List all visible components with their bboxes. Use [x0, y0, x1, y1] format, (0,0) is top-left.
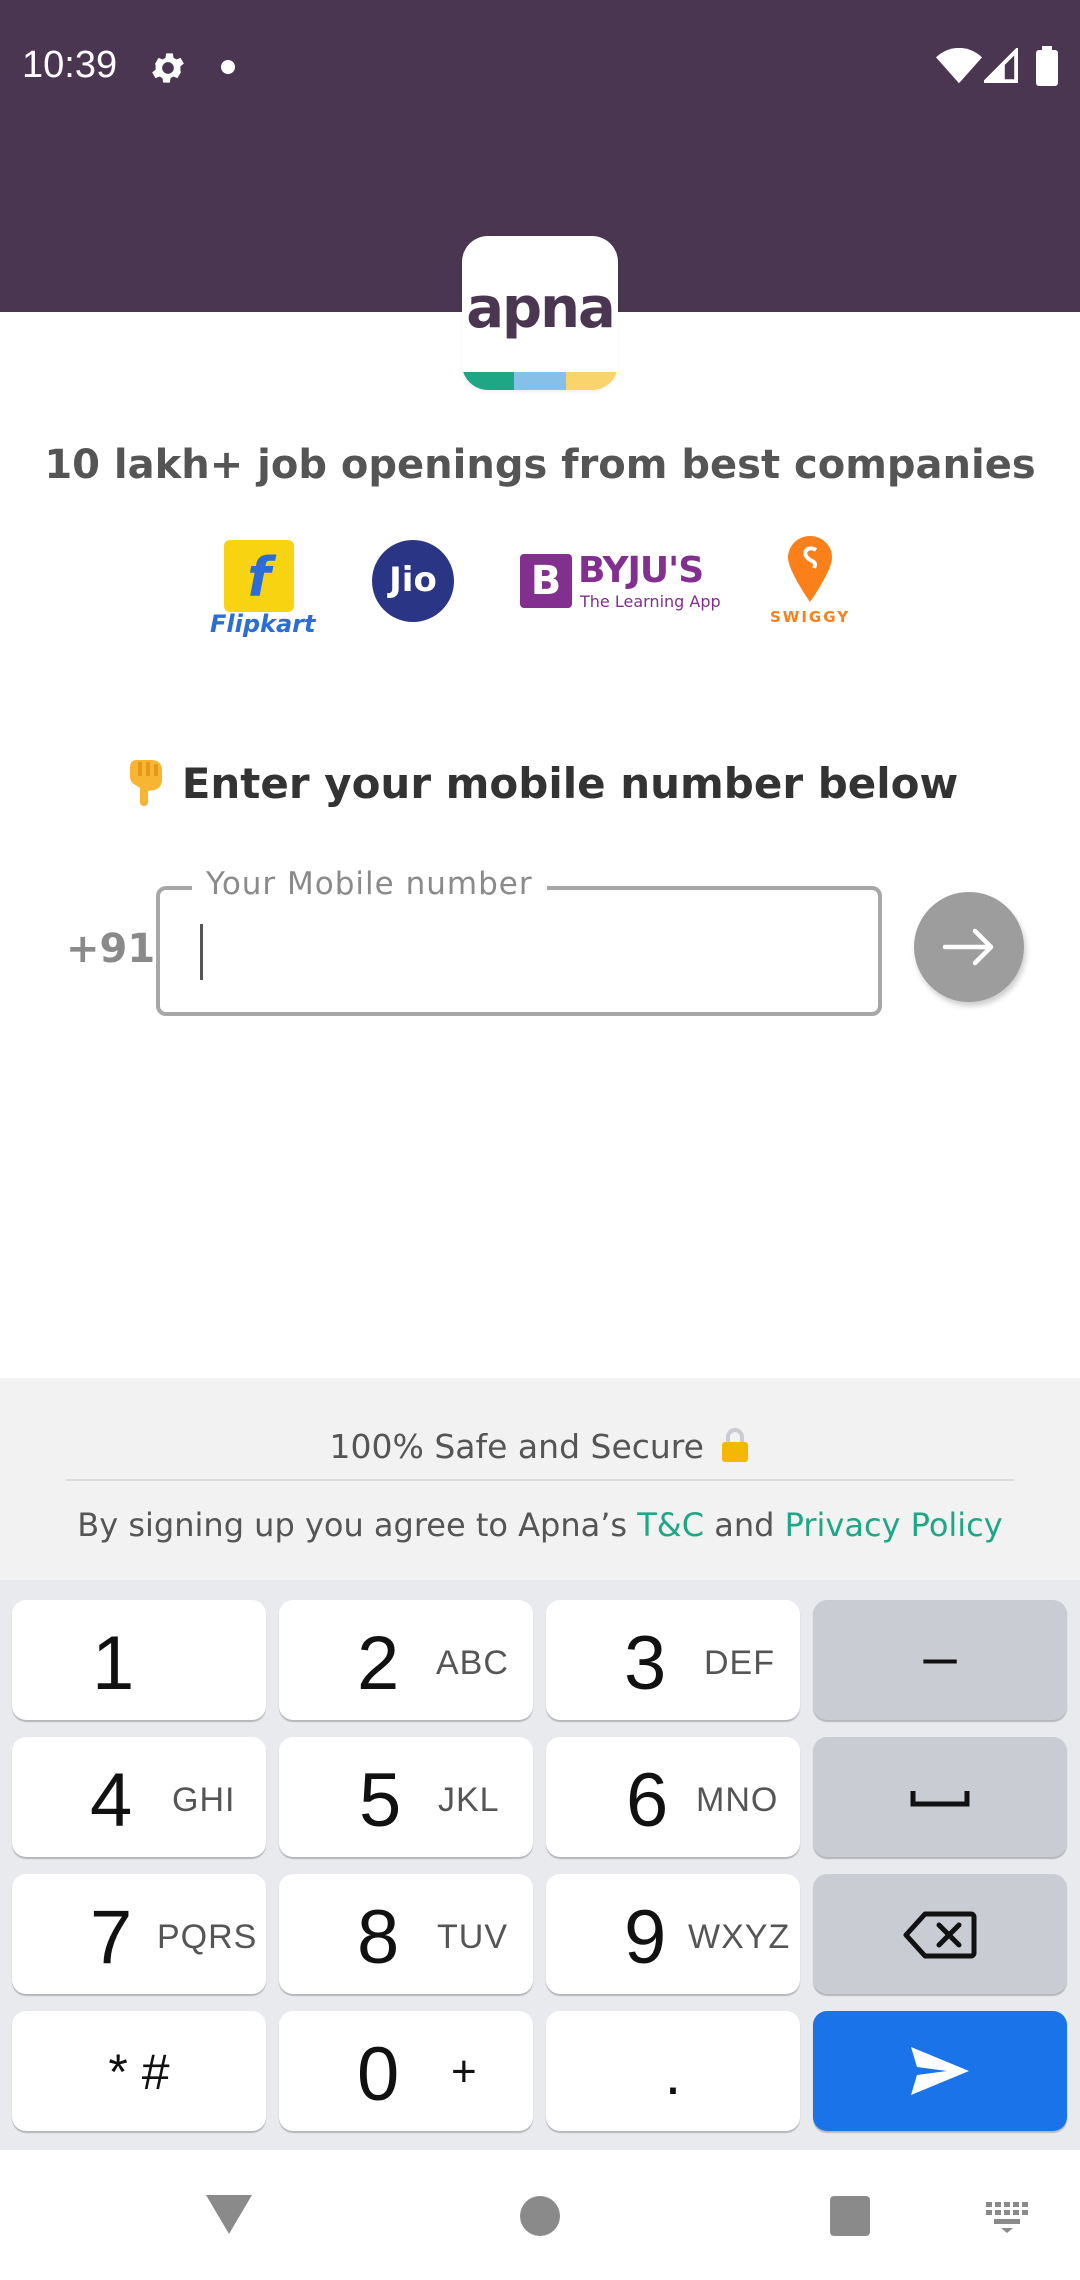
swiggy-pin-icon	[788, 536, 832, 602]
key-symbols-label: * #	[108, 2044, 170, 2100]
key-2[interactable]: 2 ABC	[279, 1600, 533, 1720]
back-icon[interactable]	[204, 2192, 254, 2236]
key-6[interactable]: 6 MNO	[546, 1737, 800, 1857]
key-8-digit: 8	[357, 1895, 400, 1980]
home-icon[interactable]	[520, 2196, 560, 2236]
swiggy-logo: SWIGGY	[770, 536, 850, 628]
byjus-mark: B	[520, 554, 572, 608]
privacy-policy-link[interactable]: Privacy Policy	[785, 1506, 1003, 1544]
key-send[interactable]	[813, 2011, 1067, 2131]
key-6-letters: MNO	[696, 1781, 779, 1819]
footer-divider	[66, 1479, 1014, 1481]
key-0[interactable]: 0 +	[279, 2011, 533, 2131]
terms-and: and	[704, 1506, 785, 1544]
key-5-digit: 5	[359, 1758, 402, 1843]
byjus-label: BYJU'S	[578, 550, 704, 591]
flipkart-logo: f Flipkart	[210, 540, 316, 640]
logo-stripe	[462, 372, 618, 390]
keyboard-switch-icon[interactable]	[984, 2200, 1030, 2234]
key-7-letters: PQRS	[157, 1918, 258, 1956]
key-9-letters: WXYZ	[688, 1918, 791, 1956]
key-9[interactable]: 9 WXYZ	[546, 1874, 800, 1994]
key-1-digit: 1	[92, 1621, 135, 1706]
key-6-digit: 6	[626, 1758, 669, 1843]
navigation-bar	[0, 2150, 1080, 2280]
key-0-digit: 0	[357, 2032, 400, 2117]
swiggy-label: SWIGGY	[770, 608, 851, 626]
mobile-field-label: Your Mobile number	[192, 866, 547, 902]
key-8-letters: TUV	[437, 1918, 508, 1956]
text-cursor	[200, 924, 203, 980]
key-3[interactable]: 3 DEF	[546, 1600, 800, 1720]
key-1[interactable]: 1	[12, 1600, 266, 1720]
flipkart-label: Flipkart	[210, 610, 316, 638]
terms-prefix: By signing up you agree to Apna’s	[77, 1506, 638, 1544]
key-minus[interactable]: –	[813, 1600, 1067, 1720]
jio-logo: Jio	[372, 540, 454, 622]
wifi-icon	[936, 48, 982, 84]
key-5[interactable]: 5 JKL	[279, 1737, 533, 1857]
send-icon	[911, 2047, 969, 2095]
cell-signal-icon	[984, 48, 1018, 83]
byjus-subtitle: The Learning App	[580, 592, 721, 611]
key-7-digit: 7	[90, 1895, 133, 1980]
key-8[interactable]: 8 TUV	[279, 1874, 533, 1994]
pointing-down-hand-icon	[129, 760, 162, 806]
key-3-digit: 3	[624, 1621, 667, 1706]
key-4[interactable]: 4 GHI	[12, 1737, 266, 1857]
status-time: 10:39	[22, 44, 118, 86]
key-5-letters: JKL	[438, 1781, 500, 1819]
key-minus-label: –	[923, 1623, 957, 1690]
mobile-number-input[interactable]	[196, 918, 836, 984]
key-4-digit: 4	[90, 1758, 133, 1843]
tagline: 10 lakh+ job openings from best companie…	[44, 442, 1036, 488]
battery-icon	[1036, 46, 1058, 86]
key-4-letters: GHI	[172, 1781, 236, 1819]
submit-number-button[interactable]	[914, 892, 1024, 1002]
key-backspace[interactable]	[813, 1874, 1067, 1994]
key-3-letters: DEF	[704, 1644, 775, 1682]
notification-dot-icon	[221, 60, 235, 74]
mobile-prompt: Enter your mobile number below	[0, 758, 1080, 808]
key-9-digit: 9	[624, 1895, 667, 1980]
terms-line: By signing up you agree to Apna’s T&C an…	[0, 1506, 1080, 1544]
screen: 10:39 apna 10 lakh+ job openings from be…	[0, 0, 1080, 2280]
key-0-plus: +	[451, 2047, 478, 2096]
key-period[interactable]: .	[546, 2011, 800, 2131]
recents-icon[interactable]	[830, 2196, 870, 2236]
key-7[interactable]: 7 PQRS	[12, 1874, 266, 1994]
mobile-number-field[interactable]: Your Mobile number	[156, 866, 882, 1016]
arrow-right-icon	[942, 928, 994, 966]
key-2-digit: 2	[357, 1621, 400, 1706]
safe-secure-text: 100% Safe and Secure	[0, 1426, 1080, 1466]
numeric-keyboard: 1 2 ABC 3 DEF – 4 GHI 5 JKL 6 MNO 7 PQRS…	[0, 1580, 1080, 2150]
key-symbols[interactable]: * #	[12, 2011, 266, 2131]
country-code: +91	[66, 926, 156, 972]
backspace-icon	[903, 1911, 977, 1959]
key-space[interactable]	[813, 1737, 1067, 1857]
byjus-logo: B BYJU'S The Learning App	[520, 550, 721, 614]
space-icon	[910, 1791, 970, 1807]
logo-text: apna	[466, 276, 616, 341]
safe-secure-label: 100% Safe and Secure	[329, 1427, 704, 1466]
key-period-label: .	[664, 2040, 682, 2107]
key-2-letters: ABC	[436, 1644, 509, 1682]
flipkart-mark: f	[247, 546, 271, 609]
terms-link[interactable]: T&C	[637, 1506, 704, 1544]
lock-icon	[722, 1428, 749, 1462]
prompt-text: Enter your mobile number below	[181, 759, 959, 808]
apna-logo: apna	[462, 236, 618, 390]
gear-icon	[152, 53, 184, 83]
jio-label: Jio	[389, 560, 437, 600]
